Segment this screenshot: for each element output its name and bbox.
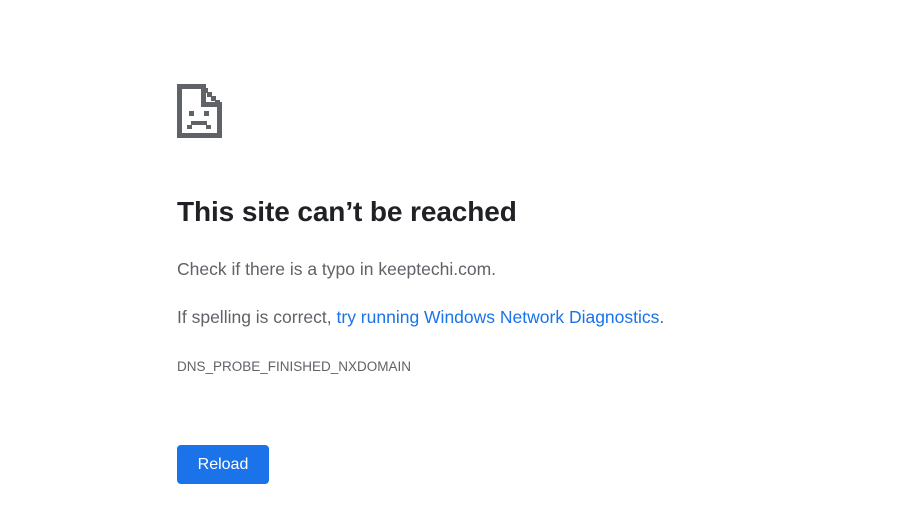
diagnostics-hint: If spelling is correct, try running Wind… [177, 307, 664, 328]
page-title: This site can’t be reached [177, 196, 517, 227]
network-diagnostics-link[interactable]: try running Windows Network Diagnostics [337, 307, 660, 327]
diagnostics-prefix: If spelling is correct, [177, 307, 337, 327]
reload-button[interactable]: Reload [177, 445, 269, 484]
error-code: DNS_PROBE_FINISHED_NXDOMAIN [177, 359, 412, 374]
diagnostics-suffix: . [659, 307, 665, 327]
typo-hint: Check if there is a typo in keeptechi.co… [177, 259, 497, 279]
sad-document-icon [177, 84, 222, 138]
error-page: This site can’t be reached Check if ther… [0, 0, 899, 517]
